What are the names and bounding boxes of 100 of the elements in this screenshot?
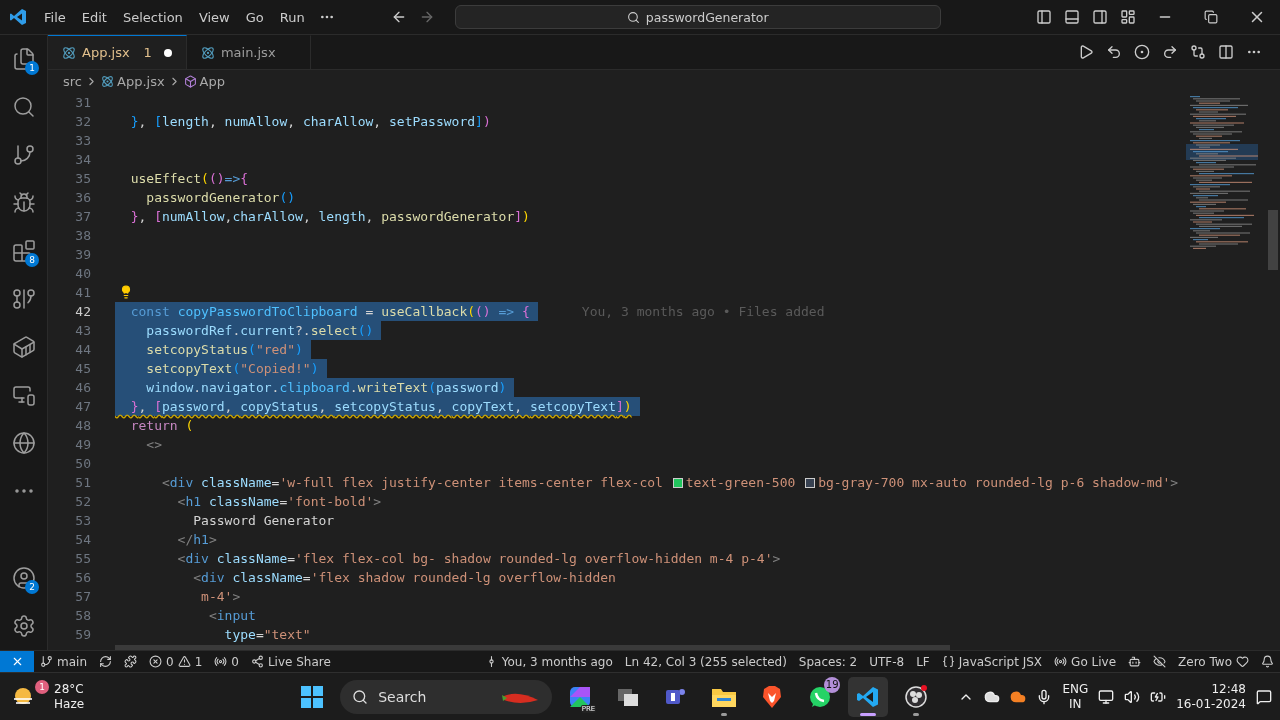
search-icon[interactable] (12, 95, 36, 119)
warning-icon (177, 655, 191, 668)
line-number: 40 (74, 266, 91, 281)
bug-icon[interactable] (12, 191, 36, 215)
weather-condition: Haze (54, 696, 85, 712)
status-item[interactable]: UTF-8 (863, 651, 911, 672)
breadcrumb-item[interactable]: App (199, 73, 225, 89)
scrollbar-thumb[interactable] (1268, 210, 1278, 270)
globe-icon[interactable] (12, 431, 36, 455)
code-logo-icon (9, 8, 27, 26)
split-icon[interactable] (1218, 44, 1234, 60)
line-number: 43 (74, 323, 91, 338)
count-badge: 19 (824, 676, 841, 693)
search-icon (352, 688, 369, 705)
language-indicator[interactable]: ENG IN (1062, 681, 1089, 712)
broadcast-icon (1054, 655, 1068, 668)
panel-right-icon[interactable] (1092, 9, 1108, 25)
code-line: type="text" (223, 626, 311, 644)
cube-icon (183, 74, 197, 88)
line-number: 34 (74, 152, 91, 167)
line-number: 47 (74, 399, 91, 414)
menu-item[interactable]: File (36, 9, 74, 25)
puzzle-icon (124, 655, 137, 668)
blame-status[interactable]: You, 3 months ago (478, 651, 619, 672)
taskbar-search[interactable]: Search (340, 679, 553, 714)
lightbulb-icon[interactable] (119, 285, 133, 299)
speaker-icon[interactable] (1124, 688, 1141, 705)
breadcrumb-item[interactable]: src (63, 73, 82, 89)
remote-button[interactable] (0, 651, 34, 672)
editor-tab[interactable]: App.jsx 1 (48, 35, 187, 69)
search-icon (626, 10, 640, 24)
code-editor-icon (856, 684, 881, 709)
notification-icon[interactable] (1256, 688, 1272, 705)
sync-icon (99, 655, 112, 668)
line-number: 57 (74, 589, 91, 604)
line-number: 41 (74, 285, 91, 300)
antenna-icon (214, 655, 228, 668)
line-number: 54 (74, 532, 91, 547)
container-icon[interactable] (12, 335, 36, 359)
clock[interactable]: 12:48 16-01-2024 (1176, 681, 1246, 712)
scrollbar-thumb[interactable] (115, 645, 950, 650)
taskbar-app[interactable] (848, 676, 889, 717)
line-number: 56 (74, 570, 91, 585)
status-item[interactable]: LF (910, 651, 936, 672)
line-number: 53 (74, 513, 91, 528)
settings-icon[interactable] (12, 614, 36, 638)
blame-annotation: You, 3 months ago • Files added (581, 304, 825, 319)
code-line: <div className='flex shadow rounded-lg overflow-hidden (192, 569, 616, 587)
compare-icon[interactable] (1190, 44, 1206, 60)
taskbar-app[interactable]: 19 (800, 676, 841, 717)
menu-item[interactable]: Selection (114, 9, 191, 25)
branch-status[interactable]: main (34, 651, 93, 672)
bell-icon (1261, 655, 1274, 668)
robot-icon (1128, 655, 1142, 668)
menu-item[interactable]: Edit (73, 9, 115, 25)
circle-icon[interactable] (1134, 44, 1150, 60)
menu-item[interactable]: Run (271, 9, 313, 25)
theme-status[interactable]: Zero Two (1172, 651, 1255, 672)
problems-status[interactable]: 0 1 (143, 651, 209, 672)
code-line: return ( (129, 417, 194, 435)
live-share-button[interactable]: Live Share (244, 651, 337, 672)
line-number: 48 (74, 418, 91, 433)
menu-item[interactable]: Go (237, 9, 272, 25)
go-live-button[interactable]: Go Live (1048, 651, 1123, 672)
code-line: </h1> (176, 531, 217, 549)
count-badge: 8 (25, 253, 39, 267)
code-line: Password Generator (192, 512, 335, 530)
code-line: useEffect(()=>{ (129, 170, 249, 188)
code-line: <div className='w-full flex justify-center items-center flex-col text-green-500 bg-gray-700 mx-auto rounded-lg p-6 shadow-md'> (160, 474, 1179, 492)
layout-icon[interactable] (1120, 9, 1136, 25)
line-number: 36 (74, 190, 91, 205)
windows-start-icon[interactable] (301, 685, 324, 708)
blocks-icon[interactable] (12, 239, 36, 263)
restore-icon[interactable] (1204, 10, 1218, 24)
panel-left-icon[interactable] (1036, 9, 1052, 25)
braces-icon (941, 655, 955, 668)
line-number: 38 (74, 228, 91, 243)
ports-status[interactable]: 0 (208, 651, 245, 672)
files-icon[interactable] (12, 47, 36, 71)
run-icon[interactable] (1078, 44, 1094, 60)
account-icon[interactable] (12, 566, 36, 590)
panel-bottom-icon[interactable] (1064, 9, 1080, 25)
status-item[interactable]: Ln 42, Col 3 (255 selected) (618, 651, 793, 672)
language-mode[interactable]: JavaScript JSX (935, 651, 1049, 672)
breadcrumb-item[interactable]: App.jsx (117, 73, 165, 89)
command-center[interactable]: passwordGenerator (454, 5, 941, 29)
menu-item[interactable]: View (190, 9, 238, 25)
atom-icon (101, 74, 114, 88)
branch-icon[interactable] (12, 143, 36, 167)
back-icon[interactable] (1106, 44, 1122, 60)
line-number: 59 (74, 627, 91, 642)
status-item[interactable]: Spaces: 2 (792, 651, 864, 672)
forward-icon[interactable] (1162, 44, 1178, 60)
line-number: 42 (74, 304, 91, 319)
branch-icon (40, 655, 53, 668)
line-number: 35 (74, 171, 91, 186)
code-line: passwordGenerator() (145, 189, 296, 207)
line-number: 31 (74, 95, 91, 110)
monitor-icon[interactable] (1098, 688, 1115, 705)
graph-icon[interactable] (12, 287, 36, 311)
